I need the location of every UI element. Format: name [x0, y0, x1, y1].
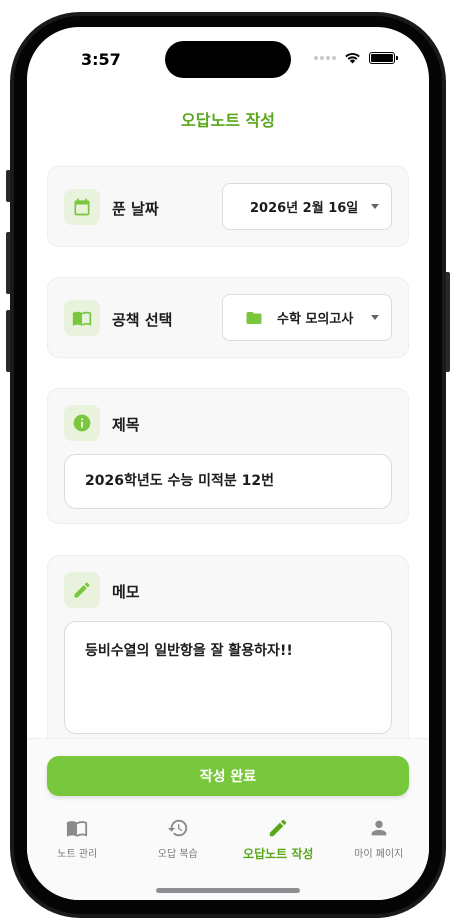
pencil-icon [64, 572, 100, 608]
signal-icon [314, 56, 336, 60]
tab-review[interactable]: 오답 복습 [128, 813, 229, 873]
tab-label: 오답 복습 [157, 849, 198, 860]
date-label: 푼 날짜 [112, 200, 159, 218]
tab-label: 노트 관리 [57, 849, 98, 860]
home-indicator [156, 888, 300, 893]
title-label: 제목 [112, 416, 140, 434]
chevron-down-icon [371, 204, 379, 209]
book-icon [67, 821, 88, 837]
date-card: 푼 날짜 2026년 2월 16일 [47, 166, 409, 247]
wifi-icon [345, 52, 360, 64]
bottom-bar: 작성 완료 노트 관리 오답 복습 오답노트 작성 마이 페이지 [27, 738, 429, 900]
title-input[interactable]: 2026학년도 수능 미적분 12번 [64, 454, 392, 509]
memo-card: 메모 등비수열의 일반항을 잘 활용하자!! [47, 555, 409, 755]
history-icon [167, 819, 187, 837]
status-icons [314, 52, 398, 64]
date-dropdown[interactable]: 2026년 2월 16일 [222, 183, 392, 230]
tab-label: 마이 페이지 [354, 849, 404, 860]
battery-icon [369, 52, 398, 64]
date-value: 2026년 2월 16일 [250, 201, 359, 216]
page-title: 오답노트 작성 [181, 111, 275, 130]
dynamic-island [165, 41, 291, 78]
memo-textarea[interactable]: 등비수열의 일반항을 잘 활용하자!! [64, 621, 392, 734]
person-icon [371, 820, 387, 836]
tab-my-page[interactable]: 마이 페이지 [329, 813, 430, 873]
tab-bar: 노트 관리 오답 복습 오답노트 작성 마이 페이지 [27, 813, 429, 873]
chevron-down-icon [371, 315, 379, 320]
book-icon [64, 300, 100, 336]
workbook-card: 공책 선택 수학 모의고사 [47, 277, 409, 358]
submit-button[interactable]: 작성 완료 [47, 756, 409, 796]
screen: 3:57 오답노트 작성 푼 날짜 2026년 2월 16일 공책 선택 수학 … [27, 27, 429, 900]
workbook-dropdown[interactable]: 수학 모의고사 [222, 294, 392, 341]
folder-icon [246, 311, 262, 324]
tab-label: 오답노트 작성 [243, 847, 314, 861]
title-card: 제목 2026학년도 수능 미적분 12번 [47, 388, 409, 524]
status-time: 3:57 [81, 50, 121, 69]
tab-write-note[interactable]: 오답노트 작성 [228, 813, 329, 873]
pencil-icon [270, 819, 287, 837]
memo-label: 메모 [112, 583, 140, 601]
tab-note-management[interactable]: 노트 관리 [27, 813, 128, 873]
workbook-label: 공책 선택 [112, 311, 173, 329]
calendar-icon [64, 189, 100, 225]
info-icon [64, 405, 100, 441]
workbook-value: 수학 모의고사 [277, 312, 354, 327]
